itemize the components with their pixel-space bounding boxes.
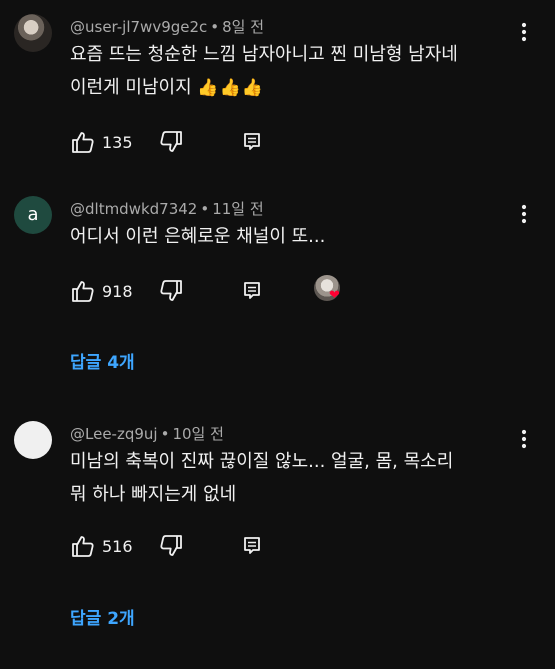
reply-button[interactable] xyxy=(240,128,264,156)
more-vertical-icon xyxy=(521,204,527,224)
like-count: 135 xyxy=(102,132,133,152)
like-button[interactable]: 135 xyxy=(70,128,133,156)
comment-text: 요즘 뜨는 청순한 느낌 남자아니고 찐 미남형 남자네 이런게 미남이지 👍👍… xyxy=(70,38,458,105)
creator-heart-badge: ❤ xyxy=(314,275,344,305)
reply-comment-icon xyxy=(244,133,260,150)
avatar[interactable] xyxy=(14,14,52,52)
meta-separator: • xyxy=(160,425,170,443)
thumbs-down-icon xyxy=(160,280,182,301)
comment-meta: @user-jl7wv9ge2c • 8일 전 xyxy=(70,16,264,37)
like-count: 918 xyxy=(102,281,133,301)
thumbs-down-icon xyxy=(160,131,182,152)
comment-line-with-emoji: 이런게 미남이지 👍👍👍 xyxy=(70,77,264,98)
more-vertical-icon xyxy=(521,429,527,449)
author-name[interactable]: @Lee-zq9uj xyxy=(70,425,158,443)
comment-meta: @dltmdwkd7342 • 11일 전 xyxy=(70,198,264,219)
comment-line: 뭐 하나 빠지는게 없네 xyxy=(70,484,237,505)
more-options-button[interactable] xyxy=(514,202,534,226)
reply-comment-icon xyxy=(244,282,260,299)
comment-time: 10일 전 xyxy=(172,425,224,443)
heart-icon: ❤ xyxy=(329,288,340,303)
author-name[interactable]: @user-jl7wv9ge2c xyxy=(70,18,207,36)
view-replies-button[interactable]: 답글 4개 xyxy=(70,348,135,373)
dislike-button[interactable] xyxy=(158,277,184,305)
comment-line: 요즘 뜨는 청순한 느낌 남자아니고 찐 미남형 남자네 xyxy=(70,44,458,65)
comment-text: 어디서 이런 은혜로운 채널이 또... xyxy=(70,220,325,253)
thumbs-up-icon xyxy=(72,281,94,302)
comment-line: 어디서 이런 은혜로운 채널이 또... xyxy=(70,226,326,247)
dislike-button[interactable] xyxy=(158,128,184,156)
comment-actions: 135 xyxy=(70,128,540,156)
more-vertical-icon xyxy=(521,22,527,42)
comment-time: 8일 전 xyxy=(222,18,265,36)
more-options-button[interactable] xyxy=(514,20,534,44)
meta-separator: • xyxy=(200,200,210,218)
view-replies-button[interactable]: 답글 2개 xyxy=(70,604,135,629)
comment-actions: 918 ❤ xyxy=(70,275,540,305)
like-button[interactable]: 516 xyxy=(70,532,133,560)
thumbs-up-emoji: 👍👍👍 xyxy=(197,78,264,98)
avatar[interactable] xyxy=(14,421,52,459)
dislike-button[interactable] xyxy=(158,532,184,560)
reply-button[interactable] xyxy=(240,277,264,305)
author-name[interactable]: @dltmdwkd7342 xyxy=(70,200,197,218)
thumbs-down-icon xyxy=(160,535,182,556)
thumbs-up-icon xyxy=(72,132,94,153)
avatar[interactable]: a xyxy=(14,196,52,234)
reply-comment-icon xyxy=(244,537,260,554)
like-button[interactable]: 918 xyxy=(70,277,133,305)
more-options-button[interactable] xyxy=(514,427,534,451)
thumbs-up-icon xyxy=(72,536,94,557)
like-count: 516 xyxy=(102,536,133,556)
reply-button[interactable] xyxy=(240,532,264,560)
comment-line: 미남의 축복이 진짜 끊이질 않노... 얼굴, 몸, 목소리 xyxy=(70,451,454,472)
comment-actions: 516 xyxy=(70,532,540,560)
comment-time: 11일 전 xyxy=(212,200,264,218)
meta-separator: • xyxy=(210,18,220,36)
comment-meta: @Lee-zq9uj • 10일 전 xyxy=(70,423,224,444)
comment-text: 미남의 축복이 진짜 끊이질 않노... 얼굴, 몸, 목소리 뭐 하나 빠지는… xyxy=(70,445,453,511)
